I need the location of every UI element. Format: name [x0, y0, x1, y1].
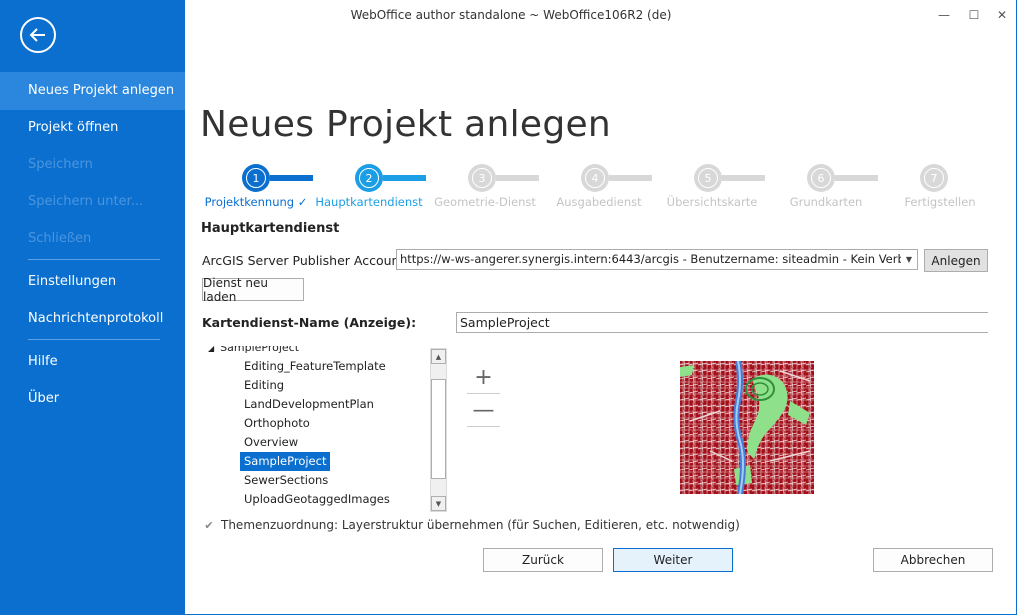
step-1-label[interactable]: Projektkennung ✓	[205, 195, 308, 209]
step-2-circle[interactable]: 2	[355, 164, 383, 192]
tree-item[interactable]: Orthophoto	[240, 414, 314, 433]
create-account-button[interactable]: Anlegen	[924, 249, 988, 272]
title-bar: WebOffice author standalone ~ WebOffice1…	[185, 0, 1017, 30]
step-2-label[interactable]: Hauptkartendienst	[315, 195, 422, 209]
tree-item[interactable]: Editing_FeatureTemplate	[240, 357, 390, 376]
step-3-circle: 3	[468, 164, 496, 192]
sidebar-item-help[interactable]: Hilfe	[0, 343, 185, 381]
next-button[interactable]: Weiter	[613, 548, 733, 572]
service-tree: ◢ SampleProject Editing_FeatureTemplate E…	[200, 346, 430, 511]
sidebar-item-open-project[interactable]: Projekt öffnen	[0, 109, 185, 147]
tree-scrollbar[interactable]: ▲ ▼	[430, 348, 447, 512]
step-6-circle: 6	[807, 164, 835, 192]
service-name-label: Kartendienst-Name (Anzeige):	[202, 315, 417, 330]
tree-item-selected[interactable]: SampleProject	[240, 452, 331, 471]
step-connector	[270, 175, 313, 181]
account-select-value: https://w-ws-angerer.synergis.intern:644…	[400, 252, 918, 266]
step-4-label: Ausgabedienst	[556, 195, 642, 209]
step-number: 1	[246, 168, 266, 188]
section-title: Hauptkartendienst	[201, 221, 340, 236]
scroll-thumb[interactable]	[431, 379, 446, 479]
step-connector	[496, 175, 539, 181]
step-number: 4	[585, 168, 605, 188]
step-5-circle: 5	[694, 164, 722, 192]
sidebar-item-save: Speichern	[28, 157, 93, 172]
step-number: 5	[698, 168, 718, 188]
minimize-icon[interactable]: —	[933, 6, 955, 24]
sidebar-item-settings[interactable]: Einstellungen	[0, 263, 185, 301]
zoom-out-icon[interactable]: —	[467, 395, 500, 427]
map-preview-image[interactable]	[680, 361, 814, 494]
step-connector	[835, 175, 878, 181]
theme-assignment-checkbox[interactable]: ✔	[203, 519, 215, 532]
step-3-label: Geometrie-Dienst	[434, 195, 536, 209]
step-1-circle[interactable]: 1	[242, 164, 270, 192]
step-5-label: Übersichtskarte	[666, 195, 758, 209]
tree-item[interactable]: UploadGeotaggedImages	[240, 490, 394, 509]
tree-root-label: SampleProject	[220, 346, 300, 354]
page-title: Neues Projekt anlegen	[200, 104, 612, 145]
window-title: WebOffice author standalone ~ WebOffice1…	[350, 8, 672, 22]
wizard-steps: 1 2 3 4 5 6 7 Projektkennung ✓ Hauptkart…	[200, 162, 990, 212]
reload-service-button[interactable]: Dienst neu laden	[202, 276, 304, 304]
sidebar-divider	[28, 259, 160, 260]
step-connector	[722, 175, 765, 181]
tree-root[interactable]: ◢ SampleProject	[208, 346, 299, 357]
sidebar: Neues Projekt anlegen Projekt öffnen Spe…	[0, 0, 185, 615]
account-label: ArcGIS Server Publisher Account:	[202, 253, 409, 268]
step-number: 6	[811, 168, 831, 188]
step-number: 3	[472, 168, 492, 188]
step-number: 7	[924, 168, 944, 188]
tree-item[interactable]: LandDevelopmentPlan	[240, 395, 378, 414]
zoom-in-icon[interactable]: +	[467, 362, 500, 394]
step-connector	[609, 175, 652, 181]
sidebar-divider	[28, 339, 160, 340]
theme-assignment-label: Themenzuordnung: Layerstruktur übernehme…	[221, 518, 740, 532]
step-7-circle: 7	[920, 164, 948, 192]
cancel-button[interactable]: Abbrechen	[873, 548, 993, 572]
account-select[interactable]: https://w-ws-angerer.synergis.intern:644…	[396, 249, 918, 270]
tree-item[interactable]: SewerSections	[240, 471, 332, 490]
close-icon[interactable]: ✕	[991, 6, 1013, 24]
step-6-label: Grundkarten	[789, 195, 863, 209]
step-number: 2	[359, 168, 379, 188]
step-4-circle: 4	[581, 164, 609, 192]
scroll-up-icon[interactable]: ▲	[431, 349, 446, 364]
sidebar-item-close: Schließen	[28, 231, 92, 246]
tree-item[interactable]: Editing	[240, 376, 288, 395]
step-7-label: Fertigstellen	[904, 195, 976, 209]
step-connector	[383, 175, 426, 181]
back-button[interactable]: Zurück	[483, 548, 603, 572]
collapse-triangle-icon[interactable]: ◢	[208, 346, 214, 358]
service-name-input[interactable]: SampleProject	[456, 312, 988, 333]
sidebar-item-new-project[interactable]: Neues Projekt anlegen	[0, 72, 185, 110]
tree-item[interactable]: Overview	[240, 433, 302, 452]
sidebar-item-about[interactable]: Über	[0, 380, 185, 418]
sidebar-item-save-as: Speichern unter...	[28, 194, 144, 209]
back-arrow-icon[interactable]	[20, 17, 56, 53]
sidebar-item-message-log[interactable]: Nachrichtenprotokoll	[0, 300, 185, 338]
scroll-down-icon[interactable]: ▼	[431, 496, 446, 511]
chevron-down-icon[interactable]: ▼	[901, 250, 917, 269]
maximize-icon[interactable]: ☐	[963, 6, 985, 24]
